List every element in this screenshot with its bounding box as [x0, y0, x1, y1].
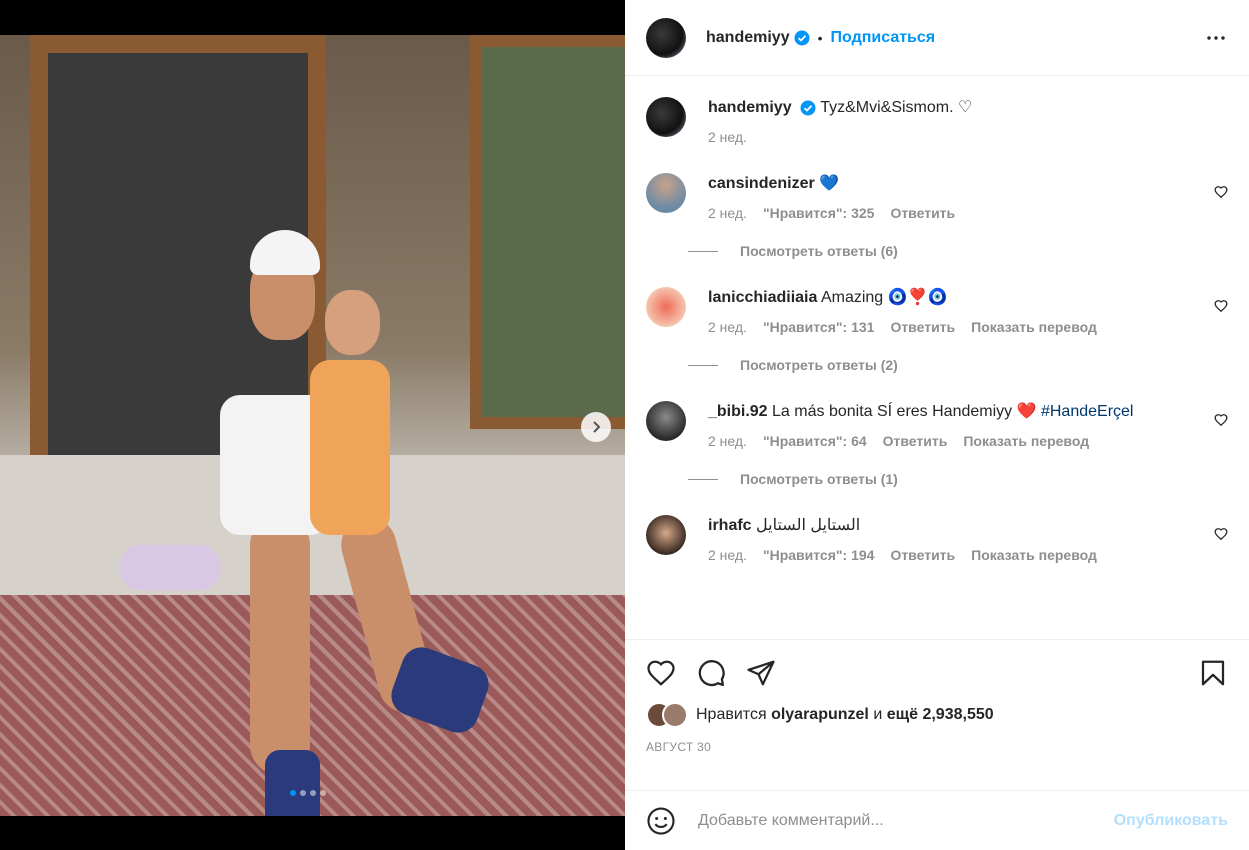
- comment-input[interactable]: [696, 810, 1114, 831]
- liker-username[interactable]: olyarapunzel: [771, 706, 869, 723]
- comment-username[interactable]: irhafc: [708, 517, 752, 534]
- author-avatar[interactable]: [646, 97, 686, 137]
- liker-avatar: [662, 702, 688, 728]
- view-replies-button[interactable]: Посмотреть ответы (6): [688, 243, 1249, 259]
- post-actions: Нравится olyarapunzel и ещё 2,938,550 АВ…: [625, 639, 1249, 790]
- comment-time: 2 нед.: [708, 205, 747, 221]
- comment-likes[interactable]: "Нравится": 325: [763, 205, 874, 221]
- caption-time: 2 нед.: [708, 129, 747, 145]
- author-avatar[interactable]: [646, 17, 686, 58]
- comment-text: Amazing 🧿❣️🧿: [820, 289, 948, 306]
- emoji-icon[interactable]: [646, 806, 676, 836]
- verified-badge-icon: [794, 30, 810, 46]
- comment-time: 2 нед.: [708, 433, 747, 449]
- post-side-panel: handemiyy • Подписаться handemiyy Tyz&Mv…: [625, 0, 1249, 850]
- post-photo[interactable]: [0, 35, 625, 816]
- caption-text: Tyz&Mvi&Sismom. ♡: [820, 99, 973, 116]
- comments-list[interactable]: handemiyy Tyz&Mvi&Sismom. ♡ 2 нед. cansi…: [625, 77, 1249, 639]
- comment-item: lanicchiadiiaia Amazing 🧿❣️🧿 2 нед. "Нра…: [625, 287, 1249, 335]
- comment-item: irhafc الستايل الستايل 2 нед. "Нравится"…: [625, 515, 1249, 563]
- comment-username[interactable]: lanicchiadiiaia: [708, 289, 817, 306]
- follow-button[interactable]: Подписаться: [831, 29, 936, 47]
- view-replies-button[interactable]: Посмотреть ответы (1): [688, 471, 1249, 487]
- post-caption: handemiyy Tyz&Mvi&Sismom. ♡ 2 нед.: [625, 77, 1249, 145]
- verified-badge-icon: [800, 100, 816, 116]
- dot-separator: •: [817, 29, 823, 46]
- chevron-right-icon: [593, 421, 601, 433]
- author-username[interactable]: handemiyy: [706, 29, 790, 47]
- comment-username[interactable]: _bibi.92: [708, 403, 768, 420]
- comment-icon[interactable]: [696, 658, 726, 688]
- reply-button[interactable]: Ответить: [890, 319, 955, 335]
- reply-button[interactable]: Ответить: [883, 433, 948, 449]
- commenter-avatar[interactable]: [646, 173, 686, 213]
- comment-composer: Опубликовать: [625, 790, 1249, 850]
- reply-button[interactable]: Ответить: [890, 205, 955, 221]
- carousel-dot: [300, 790, 306, 796]
- comment-time: 2 нед.: [708, 319, 747, 335]
- likes-summary: Нравится olyarapunzel и ещё 2,938,550: [625, 702, 1249, 728]
- comment-like-icon[interactable]: [1214, 299, 1228, 313]
- carousel-dot: [290, 790, 296, 796]
- translate-button[interactable]: Показать перевод: [963, 433, 1089, 449]
- comment-like-icon[interactable]: [1214, 527, 1228, 541]
- comment-like-icon[interactable]: [1214, 413, 1228, 427]
- comment-username[interactable]: cansindenizer: [708, 175, 815, 192]
- carousel-dot: [310, 790, 316, 796]
- commenter-avatar[interactable]: [646, 287, 686, 327]
- carousel-dots: [290, 790, 326, 796]
- post-date[interactable]: АВГУСТ 30: [625, 740, 1249, 754]
- carousel-next-button[interactable]: [581, 412, 611, 442]
- heart-icon[interactable]: [646, 658, 676, 688]
- carousel-dot: [320, 790, 326, 796]
- more-options-icon[interactable]: [1204, 26, 1228, 50]
- comment-item: cansindenizer 💙 2 нед. "Нравится": 325 О…: [625, 173, 1249, 221]
- publish-button[interactable]: Опубликовать: [1114, 812, 1228, 830]
- comment-likes[interactable]: "Нравится": 194: [763, 547, 874, 563]
- likes-prefix: Нравится: [696, 706, 767, 723]
- comment-text: La más bonita SÍ eres Handemiyy ❤️: [772, 403, 1037, 420]
- hashtag-link[interactable]: #HandeErçel: [1041, 403, 1134, 420]
- comment-likes[interactable]: "Нравится": 64: [763, 433, 867, 449]
- share-icon[interactable]: [746, 658, 776, 688]
- commenter-avatar[interactable]: [646, 515, 686, 555]
- comment-time: 2 нед.: [708, 547, 747, 563]
- comment-likes[interactable]: "Нравится": 131: [763, 319, 874, 335]
- translate-button[interactable]: Показать перевод: [971, 319, 1097, 335]
- comment-item: _bibi.92 La más bonita SÍ eres Handemiyy…: [625, 401, 1249, 449]
- reply-button[interactable]: Ответить: [890, 547, 955, 563]
- caption-username[interactable]: handemiyy: [708, 99, 792, 116]
- view-replies-button[interactable]: Посмотреть ответы (2): [688, 357, 1249, 373]
- post-header: handemiyy • Подписаться: [625, 0, 1249, 76]
- likes-conj: и: [873, 706, 883, 723]
- comment-text: 💙: [819, 175, 840, 192]
- translate-button[interactable]: Показать перевод: [971, 547, 1097, 563]
- likes-count[interactable]: ещё 2,938,550: [887, 706, 994, 723]
- comment-like-icon[interactable]: [1214, 185, 1228, 199]
- bookmark-icon[interactable]: [1198, 658, 1228, 688]
- commenter-avatar[interactable]: [646, 401, 686, 441]
- post-media: [0, 0, 625, 850]
- comment-text: الستايل الستايل: [756, 517, 861, 534]
